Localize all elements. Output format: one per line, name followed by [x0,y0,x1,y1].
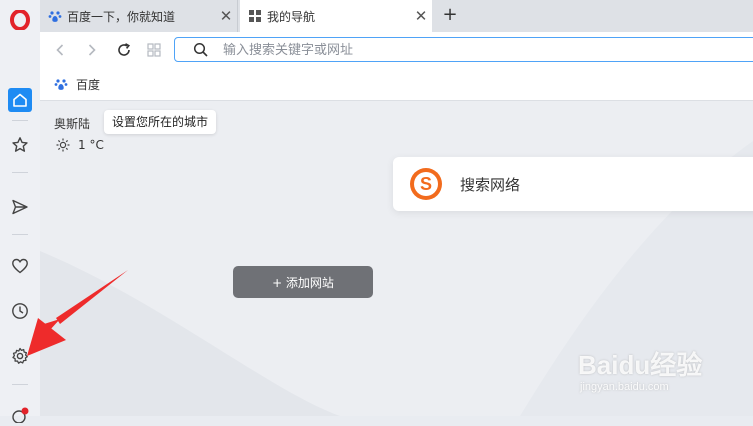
home-icon[interactable] [8,88,32,112]
bookmarks-bar: 百度 [40,68,753,101]
close-tab-icon[interactable]: ✕ [215,7,237,25]
bookmark-baidu[interactable]: 百度 [54,75,100,93]
tab-strip: 百度一下，你就知道 ✕ 我的导航 ✕ + [40,0,753,32]
opera-logo-icon[interactable] [8,8,32,32]
sidebar-divider [12,172,28,173]
heart-icon[interactable] [8,254,32,278]
sidebar [0,0,41,423]
temperature: 1 °C [78,138,104,152]
toolbar [40,32,753,68]
back-icon[interactable] [50,40,70,60]
forward-icon[interactable] [82,40,102,60]
search-card-label: 搜索网络 [460,175,521,194]
svg-text:S: S [420,174,432,194]
notification-icon[interactable] [8,402,32,426]
reload-icon[interactable] [114,40,134,60]
search-input[interactable] [223,41,723,59]
clock-icon[interactable] [8,299,32,323]
city-name[interactable]: 奥斯陆 [54,115,90,132]
sun-icon [56,138,70,152]
background-decoration [40,141,753,416]
sidebar-divider [12,120,28,121]
close-tab-icon[interactable]: ✕ [410,7,432,25]
sidebar-divider [12,234,28,235]
add-site-button[interactable]: + 添加网站 [233,266,373,298]
star-icon[interactable] [8,133,32,157]
tab-title: 我的导航 [267,9,316,24]
sidebar-divider [12,384,28,385]
baidu-paw-icon [54,79,68,90]
web-search-card[interactable]: S 搜索网络 [393,157,753,211]
tab-baidu[interactable]: 百度一下，你就知道 ✕ [40,0,238,32]
new-tab-button[interactable]: + [438,3,462,27]
search-icon [193,42,208,57]
speed-dial-icon[interactable] [144,40,164,60]
tab-title: 百度一下，你就知道 [67,9,176,24]
bookmark-label: 百度 [76,77,101,92]
weather-widget: 1 °C [56,138,104,152]
tab-my-navigation[interactable]: 我的导航 ✕ [240,0,432,32]
sogou-logo-icon: S [410,168,442,200]
grid-icon [249,10,261,22]
gear-icon[interactable] [8,344,32,368]
address-bar[interactable] [174,37,753,62]
city-tooltip: 设置您所在的城市 [104,110,217,134]
send-icon[interactable] [8,195,32,219]
start-page: 奥斯陆 设置您所在的城市 1 °C S 搜索网络 + 添加网站 [40,101,753,416]
baidu-paw-icon [48,11,62,22]
